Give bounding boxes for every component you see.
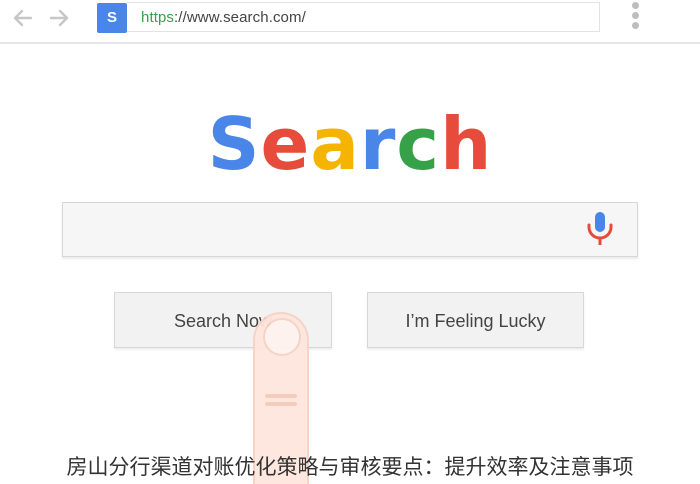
forward-button[interactable] [47, 6, 71, 30]
search-input[interactable] [62, 202, 638, 257]
kebab-menu-icon[interactable] [628, 0, 642, 34]
logo-letter: a [310, 102, 360, 186]
arrow-left-icon [13, 9, 33, 27]
back-button[interactable] [11, 6, 35, 30]
url-path: ://www.search.com/ [174, 9, 306, 26]
caption-text: 房山分行渠道对账优化策略与审核要点：提升效率及注意事项 [66, 455, 634, 479]
knuckle-line [265, 394, 297, 398]
logo-letter: c [396, 102, 441, 186]
logo-letter: h [440, 102, 493, 186]
logo-letter: r [359, 102, 397, 186]
logo-letter: S [207, 102, 261, 186]
url-scheme: https [141, 9, 175, 26]
logo-letter: e [260, 102, 311, 186]
search-logo: Search [0, 104, 700, 184]
address-bar[interactable]: https://www.search.com/ [127, 2, 600, 32]
knuckle-line [265, 402, 297, 406]
feeling-lucky-button[interactable]: I’m Feeling Lucky [367, 292, 584, 348]
fingernail [263, 318, 301, 356]
site-favicon: S [97, 3, 127, 33]
arrow-right-icon [49, 9, 69, 27]
browser-toolbar: S https://www.search.com/ [0, 0, 700, 44]
microphone-icon[interactable] [586, 211, 614, 247]
